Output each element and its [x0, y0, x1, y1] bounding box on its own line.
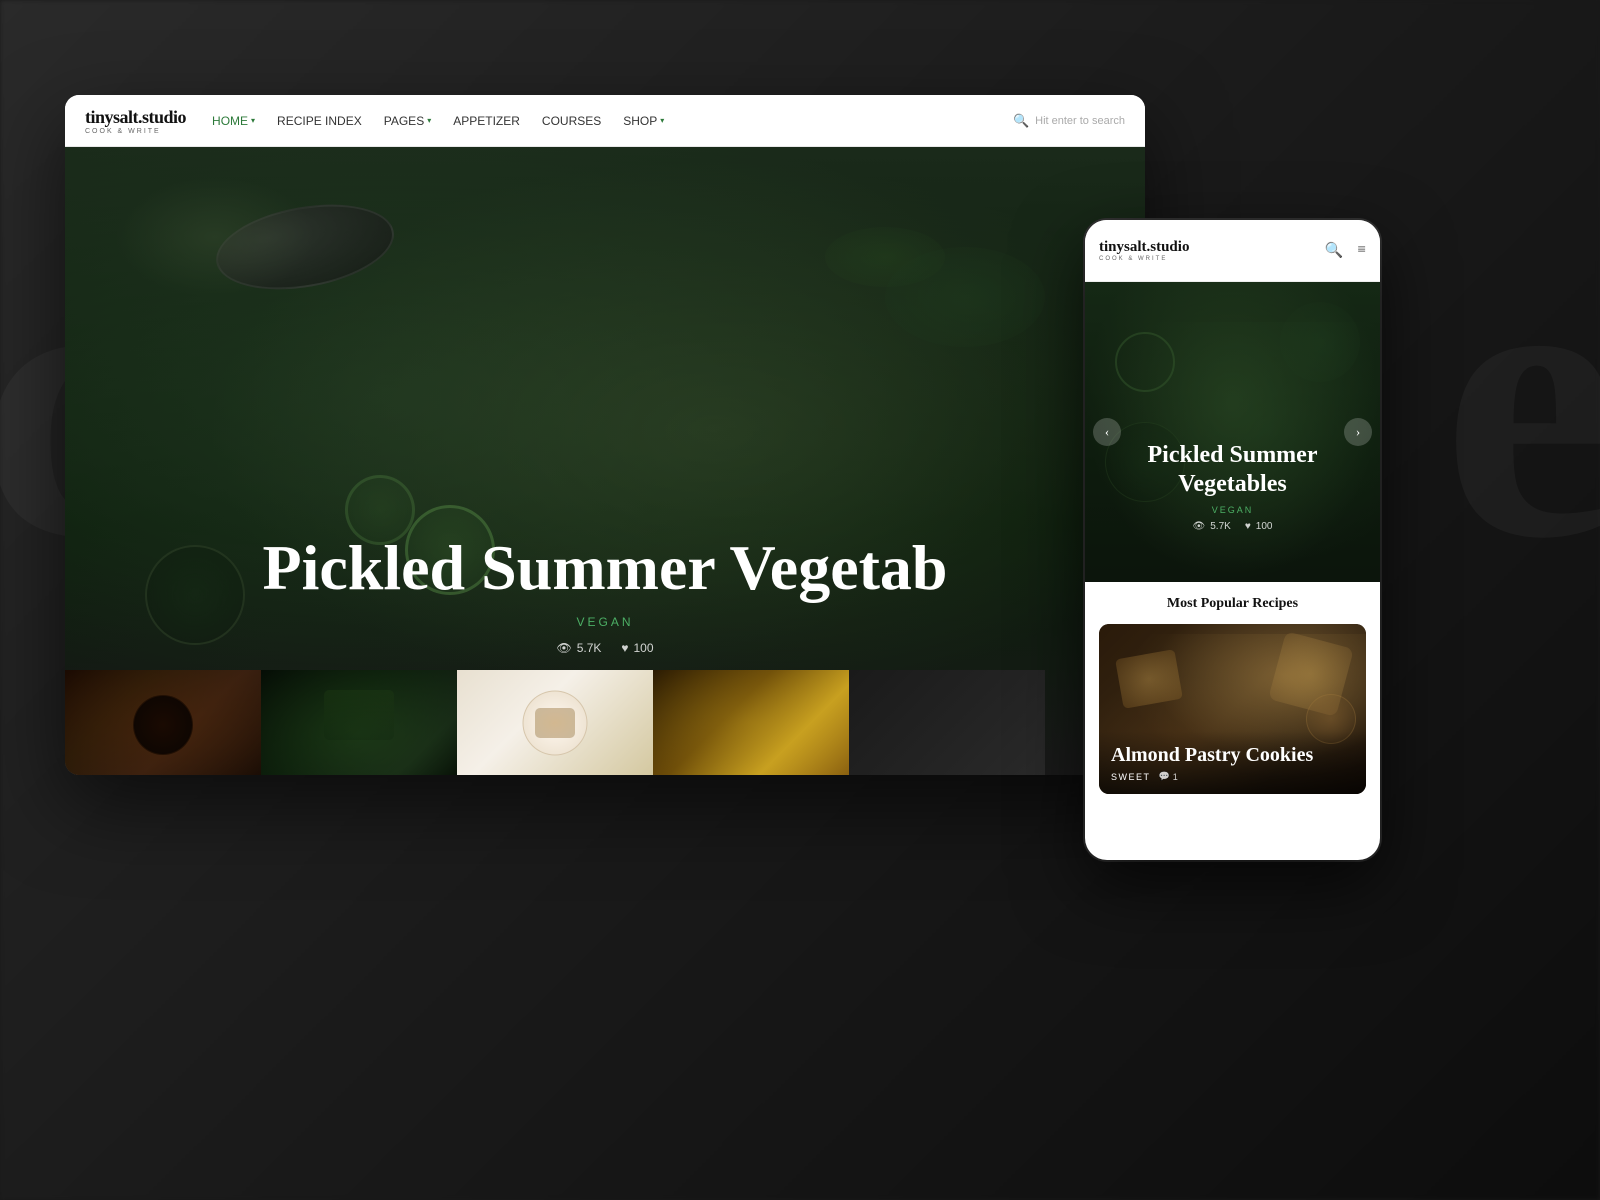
- popular-section-title: Most Popular Recipes: [1099, 596, 1366, 612]
- thumbnail-strip: [65, 670, 1045, 775]
- recipe-card-comments: 💬 1: [1159, 771, 1178, 782]
- site-logo[interactable]: tinysalt.studio COOK & WRITE: [85, 107, 186, 135]
- food-dec-top-left: [115, 177, 315, 297]
- search-icon: 🔍: [1013, 113, 1029, 129]
- recipe-card-title: Almond Pastry Cookies: [1111, 743, 1354, 767]
- search-area[interactable]: 🔍 Hit enter to search: [1013, 113, 1125, 129]
- thumb1-bowl: [133, 695, 193, 755]
- thumbnail-4[interactable]: [653, 670, 849, 775]
- mobile-logo-name: tinysalt.studio: [1099, 239, 1325, 256]
- mobile-eye-icon: 👁: [1193, 521, 1206, 532]
- hero-title: Pickled Summer Vegetab: [65, 533, 1145, 603]
- comment-icon: 💬: [1159, 771, 1170, 782]
- mobile-hero-title: Pickled Summer Vegetables: [1101, 441, 1364, 499]
- nav-item-shop[interactable]: SHOP ▾: [623, 114, 664, 128]
- nav-item-pages[interactable]: PAGES ▾: [384, 114, 431, 128]
- mobile-like-count: ♥ 100: [1245, 521, 1273, 532]
- desktop-hero: Pickled Summer Vegetab VEGAN 👁 5.7K ♥ 10…: [65, 147, 1145, 775]
- mobile-hero-stats: 👁 5.7K ♥ 100: [1101, 521, 1364, 532]
- recipe-card-meta: SWEET 💬 1: [1111, 771, 1354, 782]
- desktop-browser-mockup: tinysalt.studio COOK & WRITE HOME ▾ RECI…: [65, 95, 1145, 775]
- mobile-popular-section: Most Popular Recipes Almond Pastry Cooki…: [1085, 582, 1380, 804]
- browser-header: tinysalt.studio COOK & WRITE HOME ▾ RECI…: [65, 95, 1145, 147]
- nav-arrow-home: ▾: [251, 116, 255, 125]
- mobile-view-count: 👁 5.7K: [1193, 521, 1231, 532]
- nav-item-home[interactable]: HOME ▾: [212, 114, 255, 128]
- search-placeholder-text: Hit enter to search: [1035, 115, 1125, 127]
- mobile-search-icon[interactable]: 🔍: [1325, 241, 1344, 260]
- mobile-logo-tagline: COOK & WRITE: [1099, 256, 1325, 262]
- mobile-menu-icon[interactable]: ≡: [1358, 242, 1366, 259]
- nav-item-courses[interactable]: COURSES: [542, 114, 601, 128]
- like-count: ♥ 100: [621, 641, 653, 655]
- eye-icon: 👁: [556, 641, 571, 655]
- hero-stats: 👁 5.7K ♥ 100: [65, 641, 1145, 655]
- mobile-header: tinysalt.studio COOK & WRITE 🔍 ≡: [1085, 220, 1380, 282]
- nav-arrow-pages: ▾: [427, 116, 431, 125]
- bg-decoration-right: e: [1442, 200, 1600, 600]
- thumb2-jar: [324, 690, 394, 740]
- thumb3-nuts: [535, 708, 575, 738]
- mobile-hero-content: Pickled Summer Vegetables VEGAN 👁 5.7K ♥…: [1085, 441, 1380, 532]
- mobile-heart-icon: ♥: [1245, 521, 1251, 532]
- thumbnail-3[interactable]: [457, 670, 653, 775]
- recipe-card-tag: SWEET: [1111, 772, 1151, 782]
- featured-recipe-card[interactable]: Almond Pastry Cookies SWEET 💬 1: [1099, 624, 1366, 794]
- hero-content: Pickled Summer Vegetab VEGAN 👁 5.7K ♥ 10…: [65, 533, 1145, 655]
- nav-item-appetizer[interactable]: APPETIZER: [453, 114, 520, 128]
- hero-category-badge: VEGAN: [65, 615, 1145, 629]
- logo-tagline: COOK & WRITE: [85, 128, 161, 135]
- thumb4-overlay: [653, 670, 849, 775]
- heart-icon: ♥: [621, 641, 628, 655]
- desktop-nav: HOME ▾ RECIPE INDEX PAGES ▾ APPETIZER CO…: [212, 114, 997, 128]
- thumbnail-2[interactable]: [261, 670, 457, 775]
- logo-name: tinysalt.studio: [85, 107, 186, 128]
- mobile-mockup: tinysalt.studio COOK & WRITE 🔍 ≡ ‹ › Pic…: [1085, 220, 1380, 860]
- nav-item-recipe-index[interactable]: RECIPE INDEX: [277, 114, 362, 128]
- thumbnail-1[interactable]: [65, 670, 261, 775]
- view-count: 👁 5.7K: [556, 641, 601, 655]
- mobile-hero-category: VEGAN: [1101, 505, 1364, 515]
- recipe-card-overlay: Almond Pastry Cookies SWEET 💬 1: [1099, 731, 1366, 794]
- mobile-logo[interactable]: tinysalt.studio COOK & WRITE: [1099, 239, 1325, 262]
- food-dec-top-right: [885, 247, 1045, 347]
- mobile-hero: ‹ › Pickled Summer Vegetables VEGAN 👁 5.…: [1085, 282, 1380, 582]
- mobile-header-icons: 🔍 ≡: [1325, 241, 1366, 260]
- nav-arrow-shop: ▾: [660, 116, 664, 125]
- thumbnail-5[interactable]: [849, 670, 1045, 775]
